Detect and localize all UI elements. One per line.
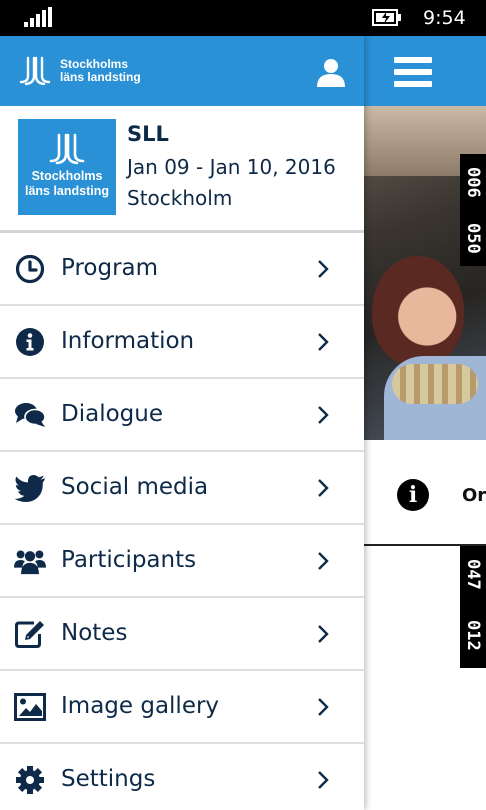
photo-tag: 006 (460, 154, 486, 210)
event-summary[interactable]: Stockholms läns landsting SLL Jan 09 - J… (0, 106, 364, 230)
clock-icon (15, 254, 45, 284)
menu-item-social-media[interactable]: Social media (0, 452, 364, 525)
event-logo-text-line2: läns landsting (24, 184, 110, 198)
menu-item-label: Settings (61, 766, 156, 792)
photo-tag: 012 (460, 602, 486, 668)
chevron-right-icon (318, 260, 329, 278)
menu-item-label: Image gallery (61, 693, 220, 719)
menu-item-label: Notes (61, 620, 128, 646)
menu-item-notes[interactable]: Notes (0, 598, 364, 671)
chevron-right-icon (318, 333, 329, 351)
photo-tag: 047 (460, 546, 486, 602)
chevron-right-icon (318, 479, 329, 497)
signal-strength-icon (24, 7, 54, 27)
background-page: 006 050 i Or 047 012 (364, 36, 486, 810)
menu-item-settings[interactable]: Settings (0, 744, 364, 810)
background-header (364, 36, 486, 106)
status-bar: 9:54 (0, 0, 486, 36)
sll-logo: Stockholms läns landsting (18, 56, 141, 88)
menu-item-dialogue[interactable]: Dialogue (0, 379, 364, 452)
navigation-drawer: Stockholms läns landsting Stockholms län… (0, 36, 364, 810)
chat-icon (15, 403, 46, 427)
background-info-text: Or (462, 485, 486, 506)
menu-item-image-gallery[interactable]: Image gallery (0, 671, 364, 744)
drawer-menu: Program Information Dialogue Social medi… (0, 233, 364, 810)
menu-item-label: Social media (61, 474, 209, 500)
event-logo-text-line1: Stockholms (31, 169, 103, 183)
battery-charging-icon (372, 9, 401, 26)
chevron-right-icon (318, 625, 329, 643)
event-name: SLL (127, 122, 169, 146)
menu-item-label: Information (61, 328, 195, 354)
menu-item-information[interactable]: Information (0, 306, 364, 379)
event-location: Stockholm (127, 186, 233, 210)
menu-item-participants[interactable]: Participants (0, 525, 364, 598)
info-icon: i (397, 479, 429, 511)
menu-item-program[interactable]: Program (0, 233, 364, 306)
user-profile-icon[interactable] (315, 56, 347, 88)
hamburger-menu-icon[interactable] (394, 57, 432, 87)
menu-item-label: Participants (61, 547, 197, 573)
chevron-right-icon (318, 698, 329, 716)
chevron-right-icon (318, 771, 329, 789)
logo-text-line2: läns landsting (60, 70, 141, 84)
sll-logo-mark-icon (49, 133, 85, 165)
menu-item-label: Program (61, 255, 159, 281)
sll-logo-mark-icon (19, 56, 51, 86)
gear-icon (16, 766, 44, 794)
image-icon (14, 693, 46, 721)
twitter-icon (14, 475, 45, 502)
drawer-header: Stockholms läns landsting (0, 36, 364, 106)
users-icon (14, 550, 46, 575)
menu-item-label: Dialogue (61, 401, 163, 427)
chevron-right-icon (318, 552, 329, 570)
photo-tag: 050 (460, 210, 486, 266)
status-time: 9:54 (423, 7, 466, 29)
event-logo: Stockholms läns landsting (18, 119, 116, 215)
info-icon (16, 328, 44, 356)
event-dates: Jan 09 - Jan 10, 2016 (127, 155, 336, 179)
edit-icon (15, 621, 44, 648)
chevron-right-icon (318, 406, 329, 424)
